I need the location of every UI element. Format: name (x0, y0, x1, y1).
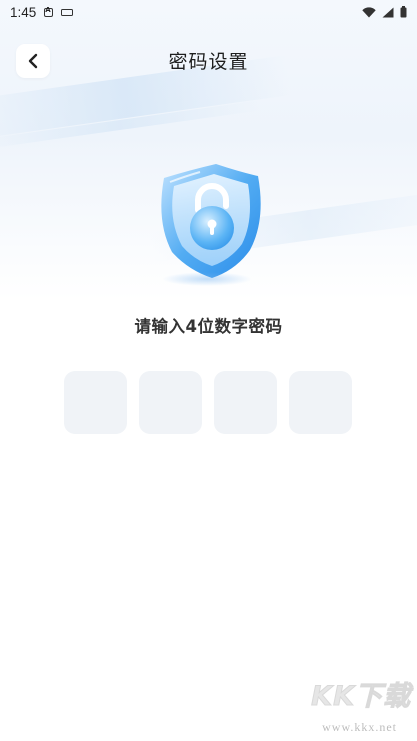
wifi-icon (362, 6, 376, 17)
a-badge-icon (44, 6, 54, 17)
watermark-logo: KK下载 (311, 681, 411, 713)
pin-input-row[interactable] (64, 371, 352, 434)
watermark: KK下载 www.kkx.net (291, 681, 411, 737)
pin-digit-box[interactable] (214, 371, 277, 434)
status-bar: 1:45 (0, 0, 417, 24)
watermark-url: www.kkx.net (322, 720, 397, 734)
shield-shadow (162, 272, 252, 286)
keyboard-icon (61, 8, 74, 16)
signal-icon (382, 7, 394, 17)
page-title: 密码设置 (168, 51, 249, 73)
battery-icon (400, 6, 407, 18)
pin-prompt: 请输入4位数字密码 (134, 317, 283, 336)
pin-digit-box[interactable] (139, 371, 202, 434)
pin-digit-box[interactable] (289, 371, 352, 434)
pin-digit-box[interactable] (64, 371, 127, 434)
status-time: 1:45 (10, 4, 37, 20)
shield-lock-icon (150, 160, 270, 290)
header: 密码设置 (0, 38, 417, 84)
shield-graphic (161, 164, 261, 278)
